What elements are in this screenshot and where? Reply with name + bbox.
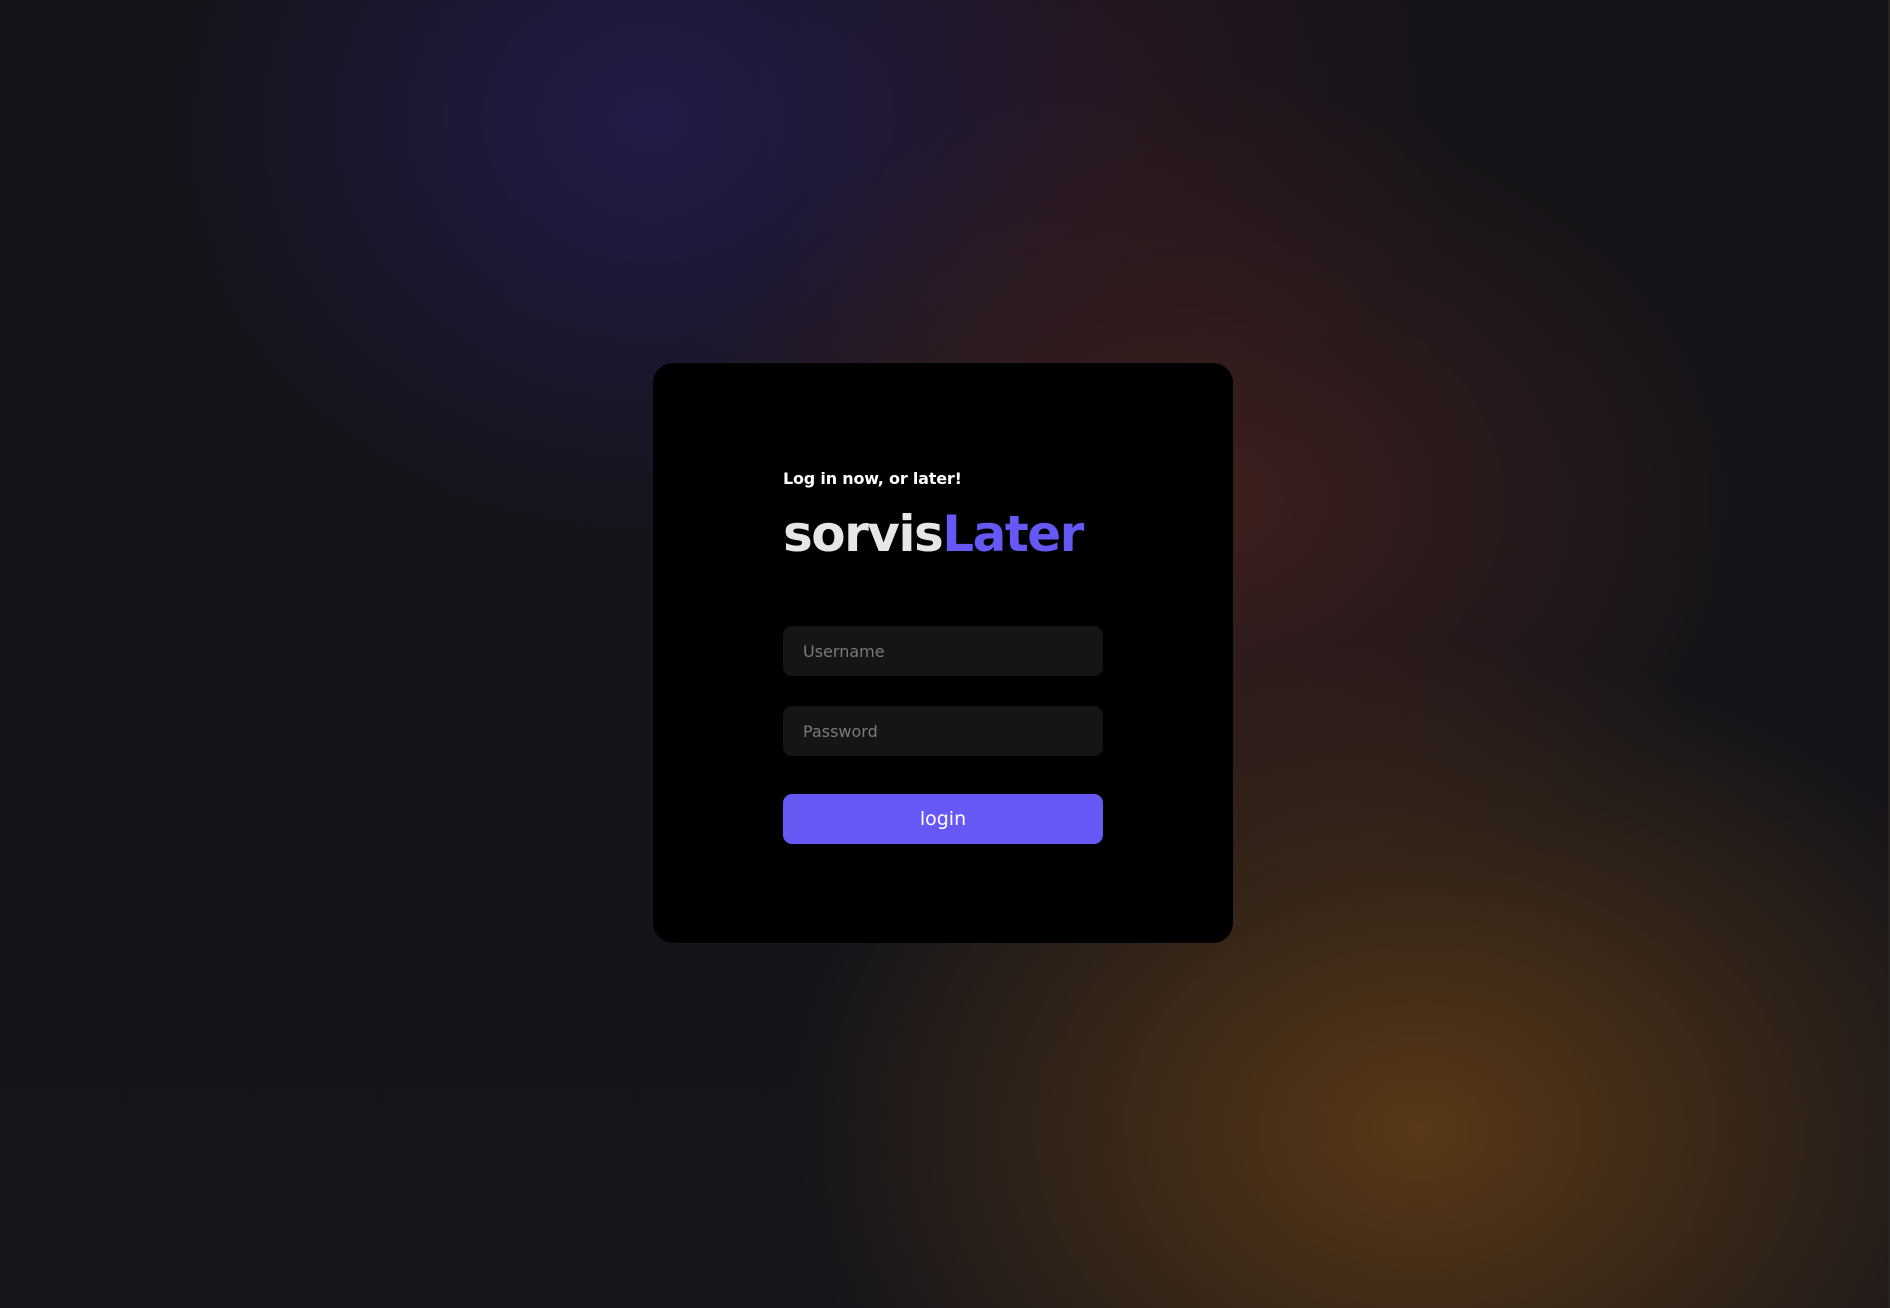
login-tagline: Log in now, or later!	[783, 469, 962, 488]
brand-name-primary: sorvis	[783, 505, 944, 563]
brand-name-accent: Later	[942, 505, 1084, 563]
login-button[interactable]: login	[783, 794, 1103, 844]
username-input[interactable]	[783, 626, 1103, 676]
login-card: Log in now, or later! sorvisLater login	[653, 363, 1233, 943]
login-form: Log in now, or later! sorvisLater login	[783, 468, 1103, 844]
brand-logo: sorvisLater	[783, 506, 1103, 562]
password-input[interactable]	[783, 706, 1103, 756]
